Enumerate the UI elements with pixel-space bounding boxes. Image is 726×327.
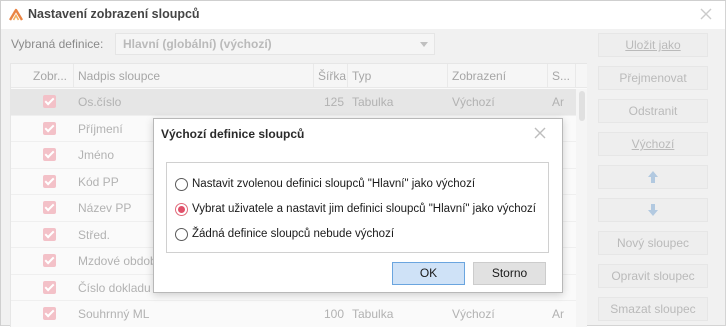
radio-button[interactable] [175,178,188,191]
column-settings-window: Nastavení zobrazení sloupců Vybraná defi… [0,0,726,327]
radio-button-selected[interactable] [175,203,188,216]
option-label: Žádná definice sloupců nebude výchozí [192,228,395,240]
default-definition-dialog: Výchozí definice sloupců Nastavit zvolen… [153,118,563,293]
option-label: Nastavit zvolenou definici sloupců "Hlav… [192,178,476,190]
ok-button[interactable]: OK [392,262,465,285]
options-group: Nastavit zvolenou definici sloupců "Hlav… [166,162,549,253]
dialog-close-icon[interactable] [532,125,548,141]
cancel-button[interactable]: Storno [473,262,546,285]
dialog-title: Výchozí definice sloupců [161,127,305,141]
radio-button[interactable] [175,228,188,241]
option-label: Vybrat uživatele a nastavit jim definici… [192,203,536,215]
